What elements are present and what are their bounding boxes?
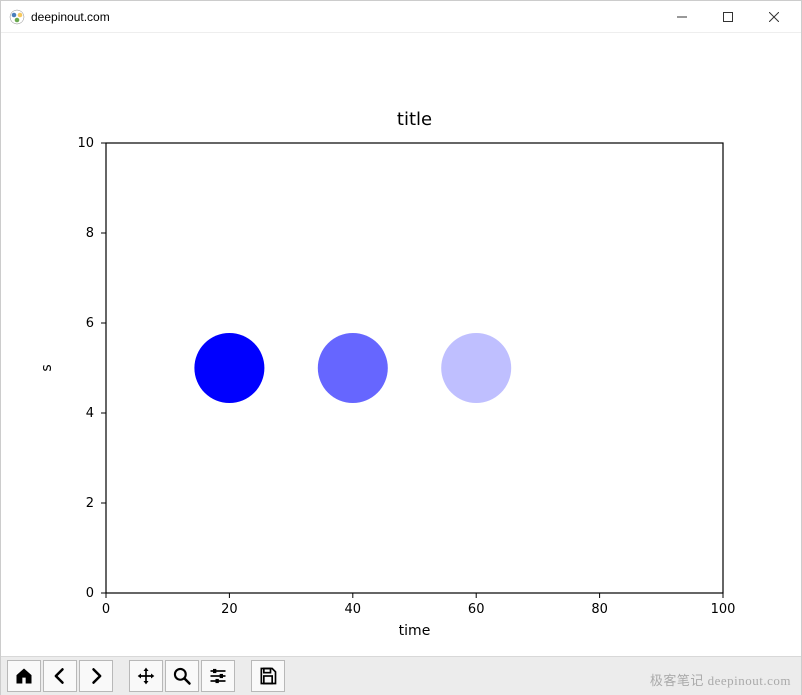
plot-svg: title 0 20 40 60 80 100 0 2 4 6 8 10 time s <box>1 33 801 656</box>
window-maximize-button[interactable] <box>705 2 751 32</box>
data-point <box>194 333 264 403</box>
x-axis-label: time <box>399 623 431 639</box>
svg-text:80: 80 <box>591 602 608 617</box>
window-titlebar: deepinout.com <box>1 1 801 33</box>
window-title: deepinout.com <box>31 10 110 24</box>
plot-canvas-area: title 0 20 40 60 80 100 0 2 4 6 8 10 time s <box>1 33 801 656</box>
chart-title: title <box>397 109 432 130</box>
svg-text:100: 100 <box>711 602 736 617</box>
toolbar-forward-button[interactable] <box>79 660 113 692</box>
toolbar-save-button[interactable] <box>251 660 285 692</box>
svg-text:10: 10 <box>77 136 94 151</box>
y-axis-label: s <box>39 364 55 371</box>
data-point <box>441 333 511 403</box>
matplotlib-toolbar: 极客笔记 deepinout.com <box>1 656 801 695</box>
move-icon <box>136 666 156 686</box>
magnify-icon <box>172 666 192 686</box>
data-point <box>318 333 388 403</box>
window-minimize-button[interactable] <box>659 2 705 32</box>
toolbar-configure-button[interactable] <box>201 660 235 692</box>
app-icon <box>9 9 25 25</box>
svg-text:0: 0 <box>86 586 94 601</box>
home-icon <box>14 666 34 686</box>
toolbar-pan-button[interactable] <box>129 660 163 692</box>
watermark-text: 极客笔记 deepinout.com <box>650 670 791 689</box>
toolbar-zoom-button[interactable] <box>165 660 199 692</box>
window-close-button[interactable] <box>751 2 797 32</box>
svg-text:6: 6 <box>86 316 94 331</box>
save-icon <box>258 666 278 686</box>
svg-text:20: 20 <box>221 602 238 617</box>
arrow-left-icon <box>50 666 70 686</box>
toolbar-back-button[interactable] <box>43 660 77 692</box>
svg-text:8: 8 <box>86 226 94 241</box>
sliders-icon <box>208 666 228 686</box>
arrow-right-icon <box>86 666 106 686</box>
svg-text:2: 2 <box>86 496 94 511</box>
svg-text:0: 0 <box>102 602 110 617</box>
svg-text:40: 40 <box>345 602 362 617</box>
svg-text:4: 4 <box>86 406 94 421</box>
svg-text:60: 60 <box>468 602 485 617</box>
toolbar-home-button[interactable] <box>7 660 41 692</box>
